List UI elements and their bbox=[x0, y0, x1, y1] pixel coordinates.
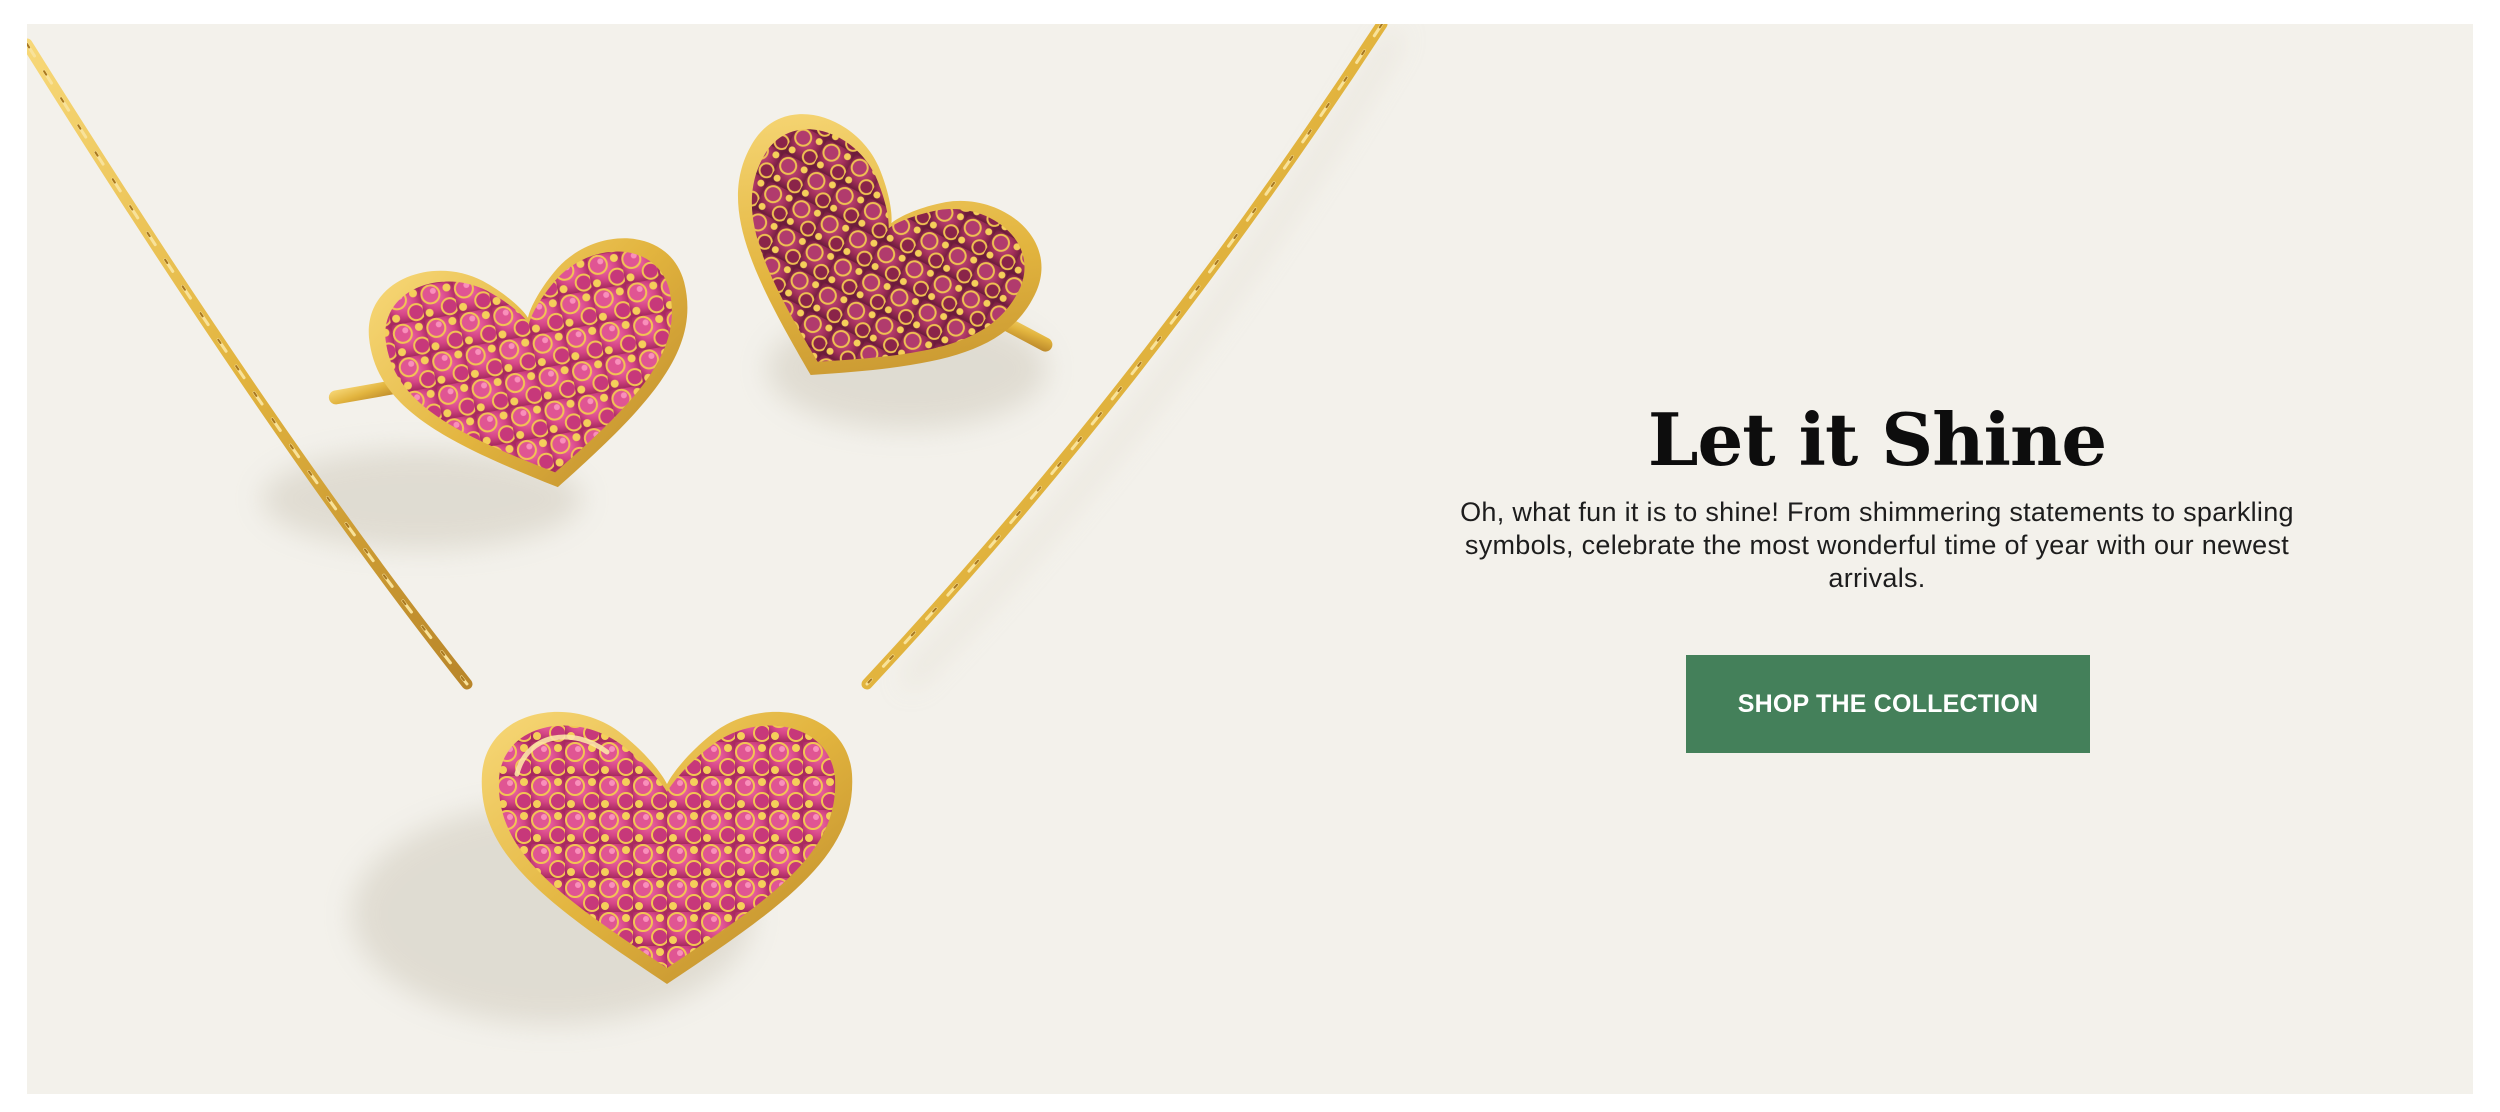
heart-jewelry-photo[interactable] bbox=[27, 24, 1427, 1094]
hero-headline: Let it Shine bbox=[1647, 397, 2107, 482]
hero-copy: Let it Shine Oh, what fun it is to shine… bbox=[1437, 374, 2317, 753]
shop-the-collection-button[interactable]: SHOP THE COLLECTION bbox=[1686, 655, 2090, 753]
hero-description: Oh, what fun it is to shine! From shimme… bbox=[1460, 497, 2294, 593]
hero-banner: Let it Shine Oh, what fun it is to shine… bbox=[27, 24, 2473, 1094]
